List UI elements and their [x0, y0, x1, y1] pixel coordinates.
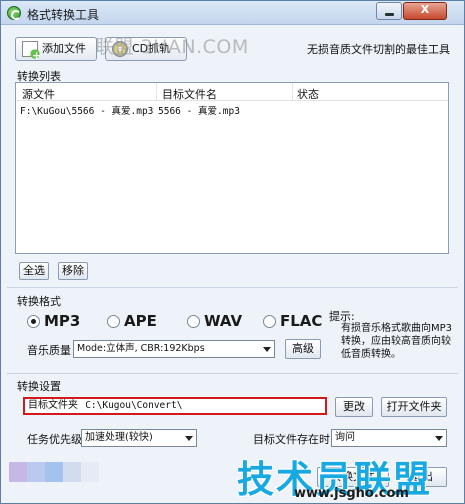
target-folder-path: C:\Kugou\Convert\: [85, 400, 183, 411]
radio-ape-dot[interactable]: [107, 315, 120, 328]
app-icon: [7, 6, 21, 20]
chevron-down-icon: [435, 436, 443, 441]
open-folder-button[interactable]: 打开文件夹: [381, 397, 447, 417]
row-target: 5566 - 真爱.mp3: [158, 106, 240, 117]
radio-wav-dot[interactable]: [187, 315, 200, 328]
hint-text: 有损音乐格式歌曲向MP3转换，应由较高音质向较低音质转换。: [341, 323, 453, 360]
radio-wav-label: WAV: [204, 312, 243, 330]
close-button[interactable]: X: [403, 2, 447, 20]
minimize-button[interactable]: [376, 2, 402, 20]
divider: [7, 287, 458, 288]
column-status[interactable]: 状态: [297, 86, 319, 102]
remove-button[interactable]: 移除: [58, 262, 88, 280]
add-file-button[interactable]: 添加文件: [15, 37, 97, 67]
priority-select[interactable]: 加速处理(较快): [81, 429, 197, 447]
radio-mp3-label: MP3: [44, 312, 81, 330]
format-converter-window: 格式转换工具 X 添加文件 CD抓轨 联盟 3HAN.COM 无损音质文件切割的…: [0, 0, 465, 504]
file-exists-value: 询问: [335, 432, 355, 443]
quality-label: 音乐质量: [27, 344, 71, 357]
advanced-button[interactable]: 高级: [285, 339, 321, 359]
settings-label: 转换设置: [17, 380, 61, 393]
column-target[interactable]: 目标文件名: [162, 86, 217, 102]
column-source[interactable]: 源文件: [22, 86, 55, 102]
chevron-down-icon: [185, 436, 193, 441]
quality-select[interactable]: Mode:立体声, CBR:192Kbps: [73, 340, 275, 358]
table-row[interactable]: F:\KuGou\5566 - 真爱.mp3 5566 - 真爱.mp3: [16, 101, 448, 118]
add-file-icon: [22, 41, 41, 67]
window-title: 格式转换工具: [27, 8, 100, 22]
file-exists-label: 目标文件存在时: [253, 433, 330, 446]
priority-value: 加速处理(较快): [85, 432, 153, 443]
column-divider: [292, 83, 293, 101]
row-source: F:\KuGou\5566 - 真爱.mp3: [20, 106, 154, 117]
target-folder-label: 目标文件夹: [28, 400, 78, 411]
radio-flac-label: FLAC: [280, 312, 323, 330]
format-label: 转换格式: [17, 295, 61, 308]
quality-value: Mode:立体声, CBR:192Kbps: [77, 343, 205, 354]
radio-ape-label: APE: [124, 312, 157, 330]
select-all-button[interactable]: 全选: [19, 262, 49, 280]
radio-mp3-dot[interactable]: [27, 315, 40, 328]
target-folder-field[interactable]: 目标文件夹 C:\Kugou\Convert\: [23, 397, 327, 415]
column-divider: [156, 83, 157, 101]
title-bar[interactable]: 格式转换工具 X: [1, 1, 464, 25]
divider: [7, 373, 458, 374]
chevron-down-icon: [263, 347, 271, 352]
radio-flac-dot[interactable]: [263, 315, 276, 328]
app-slogan: 无损音质文件切割的最佳工具: [307, 43, 450, 56]
add-file-label: 添加文件: [42, 42, 86, 55]
list-header: 源文件 目标文件名 状态: [16, 83, 448, 101]
priority-label: 任务优先级: [27, 433, 82, 446]
site-url: www.jsgho.com: [294, 486, 409, 501]
conversion-list[interactable]: 源文件 目标文件名 状态 F:\KuGou\5566 - 真爱.mp3 5566…: [15, 82, 449, 254]
site-watermark: 联盟 3HAN.COM: [95, 36, 249, 58]
file-exists-select[interactable]: 询问: [331, 429, 447, 447]
change-folder-button[interactable]: 更改: [335, 397, 373, 417]
